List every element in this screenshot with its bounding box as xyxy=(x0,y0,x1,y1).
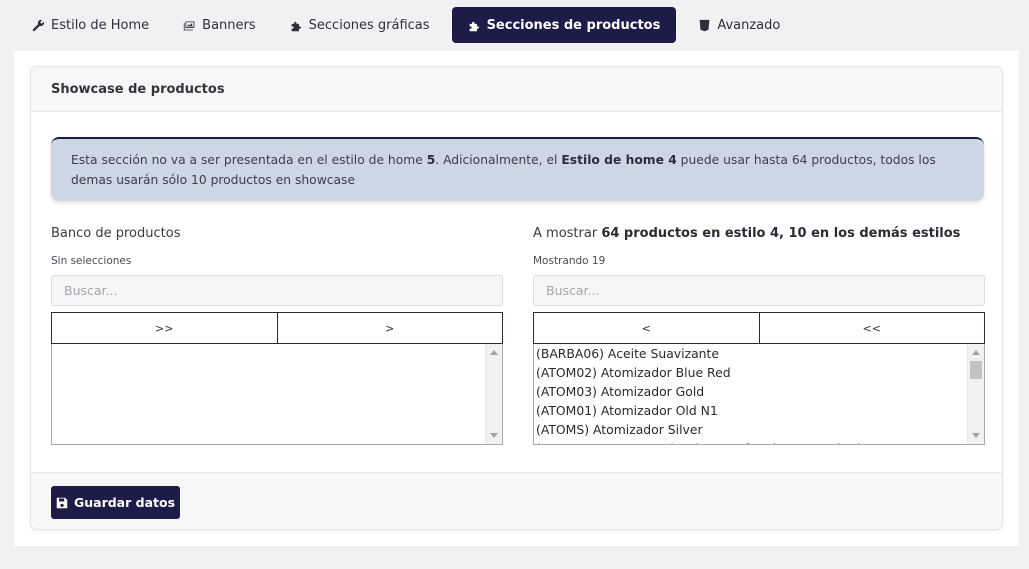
images-icon xyxy=(183,20,195,30)
move-selected-left-button[interactable]: < xyxy=(533,312,760,344)
product-bank-scrollbar[interactable] xyxy=(485,344,502,444)
list-item[interactable]: (ATOM03) Atomizador Gold xyxy=(536,383,967,402)
card-footer: Guardar datos xyxy=(31,472,1002,529)
product-bank-list[interactable] xyxy=(51,344,503,445)
selected-products-column: A mostrar 64 productos en estilo 4, 10 e… xyxy=(533,225,985,445)
product-bank-title: Banco de productos xyxy=(51,226,181,241)
selected-products-buttons: < << xyxy=(533,312,985,344)
selected-products-scrollbar[interactable] xyxy=(967,344,984,444)
scroll-down-icon[interactable] xyxy=(972,433,980,438)
tab-label: Banners xyxy=(202,17,256,33)
html5-icon xyxy=(699,19,710,31)
tab-label: Secciones gráficas xyxy=(308,17,430,33)
alert-style-name: Estilo de home 4 xyxy=(561,153,677,167)
product-bank-search-input[interactable] xyxy=(51,275,503,306)
list-item[interactable]: (ATOM02) Atomizador Blue Red xyxy=(536,364,967,383)
showcase-card: Showcase de productos Esta sección no va… xyxy=(30,66,1003,530)
tab-banners[interactable]: Banners xyxy=(171,7,267,43)
tab-secciones-graficas[interactable]: Secciones gráficas xyxy=(278,7,442,43)
tab-estilo-de-home[interactable]: Estilo de Home xyxy=(20,7,161,43)
list-item[interactable]: (P125055481980070 ) Balsamo Aftershave R… xyxy=(536,440,967,444)
list-item[interactable]: (BARBA06) Aceite Suavizante xyxy=(536,345,967,364)
list-item[interactable]: (ATOMS) Atomizador Silver xyxy=(536,421,967,440)
tab-label: Secciones de productos xyxy=(486,17,661,33)
card-title: Showcase de productos xyxy=(31,67,1002,112)
selected-products-title: A mostrar 64 productos en estilo 4, 10 e… xyxy=(533,225,985,243)
alert-text: . Adicionalmente, el xyxy=(435,153,562,167)
floppy-disk-icon xyxy=(56,497,68,508)
content-panel: Showcase de productos Esta sección no va… xyxy=(14,51,1019,546)
move-all-left-button[interactable]: << xyxy=(759,312,985,344)
selected-title-prefix: A mostrar xyxy=(533,226,602,241)
save-button-label: Guardar datos xyxy=(73,495,176,510)
tab-label: Avanzado xyxy=(717,17,781,33)
scroll-thumb[interactable] xyxy=(970,361,982,379)
selected-products-items: (BARBA06) Aceite Suavizante (ATOM02) Atom… xyxy=(534,344,967,444)
tab-label: Estilo de Home xyxy=(51,17,150,33)
list-item[interactable]: (ATOM01) Atomizador Old N1 xyxy=(536,402,967,421)
selected-products-list[interactable]: (BARBA06) Aceite Suavizante (ATOM02) Atom… xyxy=(533,344,985,445)
product-bank-buttons: >> > xyxy=(51,312,503,344)
puzzle-icon xyxy=(291,21,301,31)
puzzle-icon xyxy=(469,21,479,31)
alert-style-number: 5 xyxy=(426,153,436,167)
scroll-down-icon[interactable] xyxy=(490,433,498,438)
save-button[interactable]: Guardar datos xyxy=(51,486,180,519)
move-selected-right-button[interactable]: > xyxy=(277,312,503,344)
tab-secciones-de-productos[interactable]: Secciones de productos xyxy=(451,7,677,43)
product-bank-items xyxy=(52,344,485,345)
scroll-up-icon[interactable] xyxy=(972,350,980,355)
wrench-icon xyxy=(32,19,45,31)
selected-products-search-input[interactable] xyxy=(533,275,985,306)
tab-bar: Estilo de Home Banners Secciones gráfica… xyxy=(20,7,802,43)
selected-products-count: Mostrando 19 xyxy=(533,255,606,267)
product-bank-subtitle: Sin selecciones xyxy=(51,255,132,267)
move-all-right-button[interactable]: >> xyxy=(51,312,278,344)
alert-text: Esta sección no va a ser presentada en e… xyxy=(71,153,427,167)
product-bank-column: Banco de productos Sin selecciones >> > xyxy=(51,225,503,445)
selected-title-bold: 64 productos en estilo 4, 10 en los demá… xyxy=(601,226,961,241)
scroll-up-icon[interactable] xyxy=(490,350,498,355)
tab-avanzado[interactable]: Avanzado xyxy=(686,7,792,43)
info-alert: Esta sección no va a ser presentada en e… xyxy=(51,137,984,201)
